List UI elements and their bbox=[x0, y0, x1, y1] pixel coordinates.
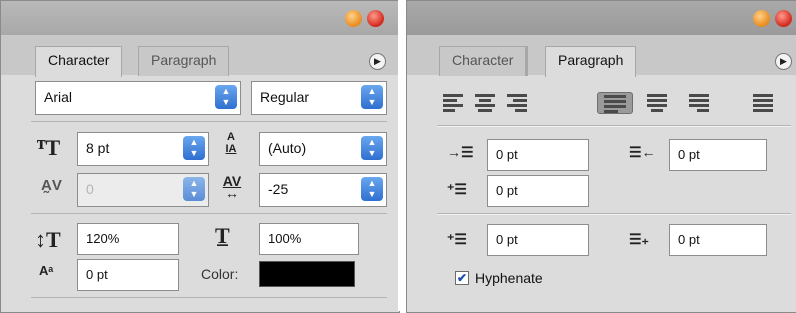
vertical-scale-field[interactable]: 120% bbox=[77, 223, 179, 255]
tab-character[interactable]: Character bbox=[35, 46, 123, 77]
indent-left-field[interactable]: 0 pt bbox=[487, 139, 589, 171]
justify-all-icon[interactable] bbox=[753, 92, 775, 112]
tab-paragraph[interactable]: Paragraph bbox=[138, 46, 230, 76]
indent-first-line-value: 0 pt bbox=[496, 183, 518, 198]
tab-strip: Character Paragraph ▶ bbox=[1, 35, 399, 77]
character-panel: Character Paragraph ▶ Arial ▲ ▼ Regular ▲… bbox=[0, 0, 400, 313]
justify-last-left-icon[interactable] bbox=[597, 92, 633, 114]
vertical-scale-icon: ↕T bbox=[35, 227, 61, 252]
font-size-value: 8 pt bbox=[86, 140, 110, 156]
kerning-value: 0 bbox=[86, 181, 94, 197]
panel-menu-icon[interactable]: ▶ bbox=[369, 53, 386, 70]
indent-left-icon: →☰ bbox=[447, 144, 474, 160]
horizontal-scale-icon: T̲ bbox=[215, 223, 230, 248]
panel-titlebar bbox=[1, 1, 399, 35]
space-after-field[interactable]: 0 pt bbox=[669, 224, 767, 256]
leading-arrows-icon[interactable]: ▲ ▼ bbox=[361, 136, 383, 160]
indent-right-field[interactable]: 0 pt bbox=[669, 139, 767, 171]
divider bbox=[31, 121, 387, 122]
horizontal-scale-field[interactable]: 100% bbox=[259, 223, 359, 255]
font-style-arrows-icon[interactable]: ▲ ▼ bbox=[361, 85, 383, 109]
kerning-arrows-icon[interactable]: ▲ ▼ bbox=[183, 177, 205, 201]
leading-value: (Auto) bbox=[268, 140, 307, 156]
baseline-shift-field[interactable]: 0 pt bbox=[77, 259, 179, 291]
indent-first-line-field[interactable]: 0 pt bbox=[487, 175, 589, 207]
font-size-arrows-icon[interactable]: ▲ ▼ bbox=[183, 136, 205, 160]
align-right-icon[interactable] bbox=[507, 92, 529, 112]
panel-menu-icon[interactable]: ▶ bbox=[775, 53, 792, 70]
divider bbox=[31, 213, 387, 214]
leading-icon: A IA bbox=[225, 131, 237, 155]
tab-strip: Character Paragraph ▶ bbox=[407, 35, 796, 77]
close-button[interactable] bbox=[775, 10, 792, 27]
minimize-button[interactable] bbox=[345, 10, 362, 27]
justify-last-center-icon[interactable] bbox=[647, 92, 669, 112]
hyphenate-label[interactable]: Hyphenate bbox=[475, 270, 543, 286]
hyphenate-checkbox[interactable]: ✔ bbox=[455, 271, 469, 285]
font-family-value: Arial bbox=[44, 89, 73, 105]
space-before-value: 0 pt bbox=[496, 232, 518, 247]
font-family-select[interactable]: Arial ▲ ▼ bbox=[35, 81, 241, 115]
font-family-arrows-icon[interactable]: ▲ ▼ bbox=[215, 85, 237, 109]
indent-left-value: 0 pt bbox=[496, 147, 518, 162]
close-button[interactable] bbox=[367, 10, 384, 27]
space-before-icon: ⁺☰ bbox=[447, 231, 467, 247]
tab-paragraph[interactable]: Paragraph bbox=[545, 46, 637, 77]
baseline-shift-value: 0 pt bbox=[86, 267, 108, 282]
color-label: Color: bbox=[201, 266, 239, 282]
kerning-icon: A̰V bbox=[41, 177, 62, 194]
tracking-arrows-icon[interactable]: ▲ ▼ bbox=[361, 177, 383, 201]
panel-titlebar bbox=[407, 1, 796, 35]
tracking-value: -25 bbox=[268, 181, 289, 197]
align-center-icon[interactable] bbox=[475, 92, 497, 112]
font-style-value: Regular bbox=[260, 89, 310, 105]
minimize-button[interactable] bbox=[753, 10, 770, 27]
paragraph-panel: Character Paragraph ▶ →☰ 0 pt ☰← 0 pt ⁺☰… bbox=[406, 0, 796, 313]
indent-right-value: 0 pt bbox=[678, 147, 700, 162]
font-style-select[interactable]: Regular ▲ ▼ bbox=[251, 81, 387, 115]
horizontal-scale-value: 100% bbox=[268, 231, 302, 246]
space-before-field[interactable]: 0 pt bbox=[487, 224, 589, 256]
leading-field[interactable]: (Auto) ▲ ▼ bbox=[259, 132, 387, 166]
tracking-field[interactable]: -25 ▲ ▼ bbox=[259, 173, 387, 207]
vertical-scale-value: 120% bbox=[86, 231, 120, 246]
baseline-shift-icon: Aᵃ bbox=[39, 263, 54, 278]
indent-right-icon: ☰← bbox=[629, 144, 656, 160]
space-after-value: 0 pt bbox=[678, 232, 700, 247]
divider bbox=[31, 297, 387, 298]
divider bbox=[437, 126, 791, 127]
font-size-field[interactable]: 8 pt ▲ ▼ bbox=[77, 132, 209, 166]
justify-last-right-icon[interactable] bbox=[689, 92, 711, 112]
kerning-field[interactable]: 0 ▲ ▼ bbox=[77, 173, 209, 207]
indent-first-line-icon: ⁺☰ bbox=[447, 181, 467, 197]
space-after-icon: ☰₊ bbox=[629, 231, 649, 247]
color-swatch[interactable] bbox=[259, 261, 355, 287]
divider bbox=[437, 214, 791, 215]
tab-character[interactable]: Character bbox=[439, 46, 529, 76]
panel-gap bbox=[398, 0, 406, 311]
align-left-icon[interactable] bbox=[443, 92, 465, 112]
tracking-icon: AV ↔ bbox=[222, 173, 242, 201]
font-size-icon: ᵀT bbox=[37, 135, 61, 160]
